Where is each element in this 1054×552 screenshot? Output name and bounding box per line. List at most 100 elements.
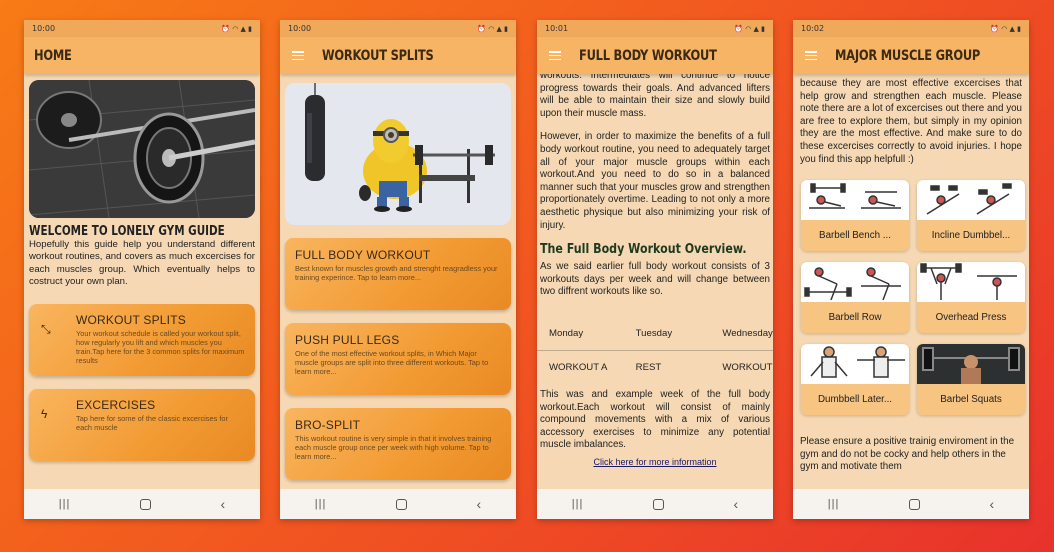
- card-title: WORKOUT SPLITS: [76, 313, 186, 328]
- exercise-card[interactable]: Barbel Squats: [917, 344, 1025, 416]
- table-cell: WORKOUT A: [549, 362, 608, 374]
- exercise-card[interactable]: Incline Dumbbel...: [917, 180, 1025, 252]
- card-description: One of the most effective workout splits…: [295, 349, 489, 376]
- table-row: WORKOUT A REST WORKOUT B: [537, 351, 773, 385]
- status-time: 10:02: [801, 24, 825, 33]
- page-title: HOME: [34, 47, 72, 64]
- status-icons: ⏰ ◠ ▲ ▮: [221, 24, 252, 33]
- home-button[interactable]: [652, 498, 664, 510]
- intro-text: Hopefully this guide help you understand…: [29, 239, 255, 287]
- status-bar: 10:01 ⏰ ◠ ▲ ▮: [537, 20, 773, 37]
- workout-splits-card[interactable]: ⤡ WORKOUT SPLITS Your workout schedule i…: [29, 304, 255, 377]
- barbell-row-image: [801, 262, 909, 303]
- overhead-press-image: [917, 262, 1025, 303]
- system-nav-bar: ||| ‹: [280, 489, 516, 519]
- barbel-squats-image: [917, 344, 1025, 385]
- status-time: 10:01: [545, 24, 569, 33]
- back-button[interactable]: ‹: [221, 496, 226, 512]
- app-bar: FULL BODY WORKOUT: [537, 37, 773, 74]
- minion-gym-image: [285, 83, 511, 225]
- card-description: Tap here for some of the classic excerci…: [76, 414, 228, 433]
- arrows-expand-icon: ⤡: [41, 322, 51, 337]
- card-description: Your workout schedule is called your wor…: [76, 329, 245, 366]
- more-info-link[interactable]: Click here for more information: [540, 457, 770, 467]
- status-bar: 10:00 ⏰ ◠ ▲ ▮: [280, 20, 516, 37]
- menu-icon[interactable]: [805, 51, 817, 60]
- phone-workout-splits-screen: 10:00 ⏰ ◠ ▲ ▮ WORKOUT SPLITS FULL BODY W…: [280, 20, 516, 519]
- full-body-workout-card[interactable]: FULL BODY WORKOUT Best known for muscles…: [285, 238, 511, 310]
- status-bar: 10:00 ⏰ ◠ ▲ ▮: [24, 20, 260, 37]
- card-title: BRO-SPLIT: [295, 418, 361, 432]
- schedule-table: Monday Tuesday Wednesday WORKOUT A REST …: [537, 317, 773, 385]
- card-description: This workout routine is very simple in t…: [295, 434, 492, 461]
- status-icons: ⏰ ◠ ▲ ▮: [734, 24, 765, 33]
- body-paragraph: As we said earlier full body workout con…: [540, 261, 770, 298]
- phone-full-body-workout-screen: 10:01 ⏰ ◠ ▲ ▮ FULL BODY WORKOUT workouts…: [537, 20, 773, 519]
- exercise-label: Overhead Press: [917, 302, 1025, 334]
- excercises-card[interactable]: ϟ EXCERCISES Tap here for some of the cl…: [29, 389, 255, 462]
- bro-split-card[interactable]: BRO-SPLIT This workout routine is very s…: [285, 408, 511, 480]
- exercise-grid: Barbell Bench ... Incline Dumbbel... Bar…: [800, 180, 1025, 416]
- body-paragraph: However, in order to maximize the benefi…: [540, 131, 770, 231]
- status-time: 10:00: [288, 24, 312, 33]
- body-paragraph: This was and example week of the full bo…: [540, 388, 770, 451]
- exercise-label: Barbel Squats: [917, 384, 1025, 416]
- system-nav-bar: ||| ‹: [793, 489, 1029, 519]
- recent-apps-button[interactable]: |||: [828, 498, 840, 510]
- status-bar: 10:02 ⏰ ◠ ▲ ▮: [793, 20, 1029, 37]
- home-button[interactable]: [395, 498, 407, 510]
- push-pull-legs-card[interactable]: PUSH PULL LEGS One of the most effective…: [285, 323, 511, 395]
- recent-apps-button[interactable]: |||: [59, 498, 71, 510]
- card-title: FULL BODY WORKOUT: [295, 248, 431, 262]
- menu-icon[interactable]: [549, 51, 561, 60]
- footer-note: Please ensure a positive trainig envirom…: [800, 436, 1015, 473]
- table-cell: Wednesday: [722, 327, 773, 339]
- exercise-card[interactable]: Overhead Press: [917, 262, 1025, 334]
- back-button[interactable]: ‹: [477, 496, 482, 512]
- exercise-card[interactable]: Barbell Row: [801, 262, 909, 334]
- table-header-row: Monday Tuesday Wednesday: [537, 317, 773, 351]
- page-title: WORKOUT SPLITS: [322, 47, 434, 64]
- table-cell: WORKOUT B: [722, 362, 773, 374]
- table-cell: Tuesday: [635, 327, 673, 339]
- exercise-card[interactable]: Dumbbell Later...: [801, 344, 909, 416]
- page-title: MAJOR MUSCLE GROUP: [835, 47, 981, 64]
- status-time: 10:00: [32, 24, 56, 33]
- back-button[interactable]: ‹: [990, 496, 995, 512]
- welcome-heading: WELCOME TO LONELY GYM GUIDE: [29, 224, 225, 239]
- system-nav-bar: ||| ‹: [537, 489, 773, 519]
- card-title: EXCERCISES: [76, 398, 156, 413]
- incline-dumbbell-image: [917, 180, 1025, 221]
- app-bar: WORKOUT SPLITS: [280, 37, 516, 74]
- home-button[interactable]: [139, 498, 151, 510]
- exercise-label: Dumbbell Later...: [801, 384, 909, 416]
- exercise-label: Incline Dumbbel...: [917, 220, 1025, 252]
- card-description: Best known for muscles growth and streng…: [295, 264, 498, 282]
- home-button[interactable]: [908, 498, 920, 510]
- recent-apps-button[interactable]: |||: [315, 498, 327, 510]
- menu-icon[interactable]: [292, 51, 304, 60]
- overview-heading: The Full Body Workout Overview.: [540, 241, 747, 258]
- recent-apps-button[interactable]: |||: [572, 498, 584, 510]
- lightning-icon: ϟ: [41, 407, 48, 422]
- intro-text: because they are most effective excercis…: [800, 78, 1022, 165]
- back-button[interactable]: ‹: [734, 496, 739, 512]
- app-bar: MAJOR MUSCLE GROUP: [793, 37, 1029, 74]
- phone-major-muscle-group-screen: 10:02 ⏰ ◠ ▲ ▮ MAJOR MUSCLE GROUP because…: [793, 20, 1029, 519]
- exercise-label: Barbell Row: [801, 302, 909, 334]
- dumbbell-lateral-raise-image: [801, 344, 909, 385]
- card-title: PUSH PULL LEGS: [295, 333, 400, 347]
- table-cell: REST: [635, 362, 662, 374]
- status-icons: ⏰ ◠ ▲ ▮: [477, 24, 508, 33]
- barbell-hero-image: [29, 80, 255, 218]
- status-icons: ⏰ ◠ ▲ ▮: [990, 24, 1021, 33]
- bench-press-image: [801, 180, 909, 221]
- system-nav-bar: ||| ‹: [24, 489, 260, 519]
- phone-home-screen: 10:00 ⏰ ◠ ▲ ▮ HOME WELCOME TO LONELY GYM…: [24, 20, 260, 519]
- exercise-label: Barbell Bench ...: [801, 220, 909, 252]
- app-bar: HOME: [24, 37, 260, 74]
- table-cell: Monday: [549, 327, 584, 339]
- body-paragraph: workouts. Intermediates will continue to…: [540, 70, 770, 119]
- exercise-card[interactable]: Barbell Bench ...: [801, 180, 909, 252]
- page-title: FULL BODY WORKOUT: [579, 47, 717, 64]
